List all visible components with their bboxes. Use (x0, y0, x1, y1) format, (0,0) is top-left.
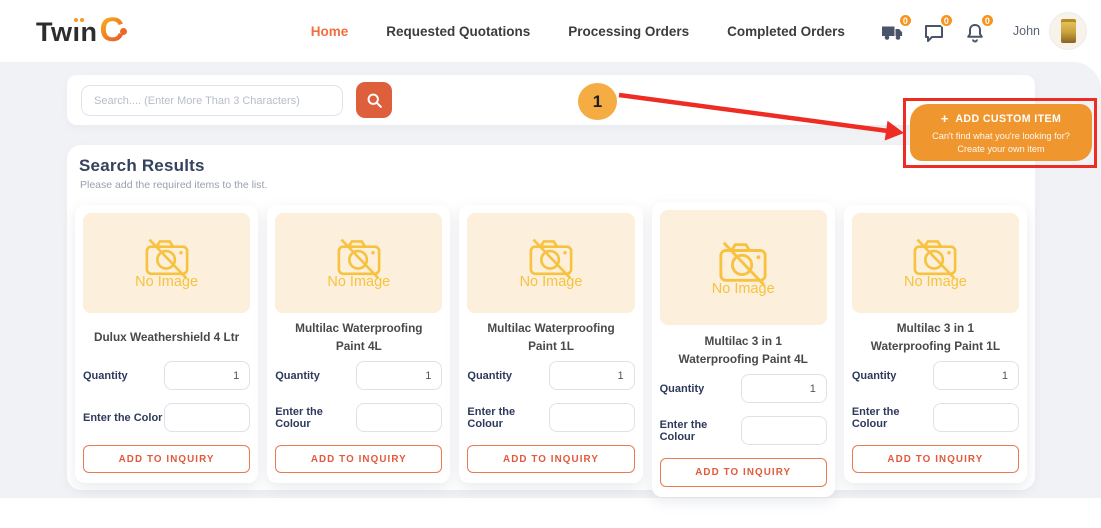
annotation-highlight-rect (903, 98, 1097, 168)
product-card-row: No Image Dulux Weathershield 4 Ltr Quant… (75, 202, 1028, 497)
color-input[interactable] (548, 403, 635, 433)
chat-badge: 0 (938, 13, 954, 28)
no-image-placeholder: No Image (851, 213, 1020, 313)
add-to-inquiry-button[interactable]: ADD TO INQUIRY (467, 445, 635, 473)
brand-logo[interactable]: Tw ı n C (36, 10, 127, 49)
nav-requested-quotations[interactable]: Requested Quotations (386, 24, 530, 39)
product-title: Dulux Weathershield 4 Ltr (93, 329, 240, 344)
product-card: No Image Multilac Waterproofing Paint 1L… (459, 205, 643, 483)
product-card: No Image Dulux Weathershield 4 Ltr Quant… (75, 205, 259, 483)
truck-badge: 0 (897, 13, 913, 28)
color-input[interactable] (164, 403, 251, 433)
avatar-image (1060, 19, 1076, 43)
nav-processing-orders[interactable]: Processing Orders (568, 24, 689, 39)
quantity-label: Quantity (851, 369, 897, 382)
search-results-panel: Search Results Please add the required i… (67, 145, 1035, 497)
annotation-step-circle: 1 (578, 83, 617, 120)
no-image-placeholder: No Image (659, 210, 827, 326)
product-card: No Image Multilac 3 in 1 Waterproofing P… (651, 202, 835, 497)
results-subtitle: Please add the required items to the lis… (80, 179, 268, 191)
search-input[interactable] (81, 85, 343, 116)
product-title: Multilac 3 in 1 Waterproofing Paint 4L (678, 333, 808, 366)
quantity-input[interactable] (740, 374, 827, 404)
product-title: Multilac Waterproofing Paint 1L (487, 320, 615, 354)
search-icon (367, 93, 382, 108)
quantity-input[interactable] (933, 361, 1020, 391)
no-image-placeholder: No Image (83, 213, 251, 313)
logo-text: Tw (36, 16, 73, 47)
truck-icon[interactable]: 0 (881, 13, 913, 44)
add-to-inquiry-button[interactable]: ADD TO INQUIRY (83, 445, 251, 473)
app-window: Tw ı n C Home Requested Quotations Process… (0, 0, 1101, 528)
add-to-inquiry-button[interactable]: ADD TO INQUIRY (851, 445, 1020, 473)
quantity-label: Quantity (467, 369, 513, 382)
quantity-input[interactable] (548, 361, 635, 391)
bell-badge: 0 (979, 13, 995, 28)
color-input[interactable] (933, 403, 1020, 433)
color-label: Enter the Colour (851, 405, 900, 430)
quantity-input[interactable] (356, 361, 443, 391)
chat-icon[interactable]: 0 (922, 13, 954, 44)
user-name: John (1012, 24, 1040, 38)
nav-completed-orders[interactable]: Completed Orders (727, 24, 845, 39)
top-header: Tw ı n C Home Requested Quotations Process… (0, 0, 1101, 62)
color-label: Enter the Colour (275, 405, 323, 430)
logo-c-mark: C (99, 10, 127, 49)
quantity-input[interactable] (164, 361, 251, 391)
bell-icon[interactable]: 0 (963, 13, 995, 44)
search-button[interactable] (356, 82, 392, 118)
nav-home[interactable]: Home (311, 24, 349, 39)
product-card: No Image Multilac Waterproofing Paint 4L… (267, 205, 451, 483)
header-icon-group: 0 0 0 (881, 13, 995, 44)
add-to-inquiry-button[interactable]: ADD TO INQUIRY (659, 458, 827, 487)
product-card: No Image Multilac 3 in 1 Waterproofing P… (843, 205, 1028, 483)
user-menu[interactable]: John (1013, 12, 1087, 50)
quantity-label: Quantity (275, 369, 320, 382)
logo-i-dots: ı (72, 16, 84, 47)
product-title: Multilac 3 in 1 Waterproofing Paint 1L (870, 320, 1001, 354)
main-nav: Home Requested Quotations Processing Ord… (311, 24, 845, 39)
no-image-placeholder: No Image (467, 213, 635, 313)
product-title: Multilac Waterproofing Paint 4L (295, 320, 423, 354)
results-title: Search Results (79, 156, 205, 175)
quantity-label: Quantity (659, 382, 705, 395)
search-bar-card (67, 75, 1035, 125)
color-label: Enter the Colour (659, 418, 708, 443)
color-input[interactable] (740, 416, 827, 446)
color-input[interactable] (356, 403, 443, 433)
avatar[interactable] (1049, 12, 1087, 50)
quantity-label: Quantity (83, 369, 128, 382)
no-image-placeholder: No Image (275, 213, 443, 313)
add-to-inquiry-button[interactable]: ADD TO INQUIRY (275, 445, 443, 473)
color-label: Enter the Color (83, 411, 163, 424)
color-label: Enter the Colour (467, 405, 516, 430)
